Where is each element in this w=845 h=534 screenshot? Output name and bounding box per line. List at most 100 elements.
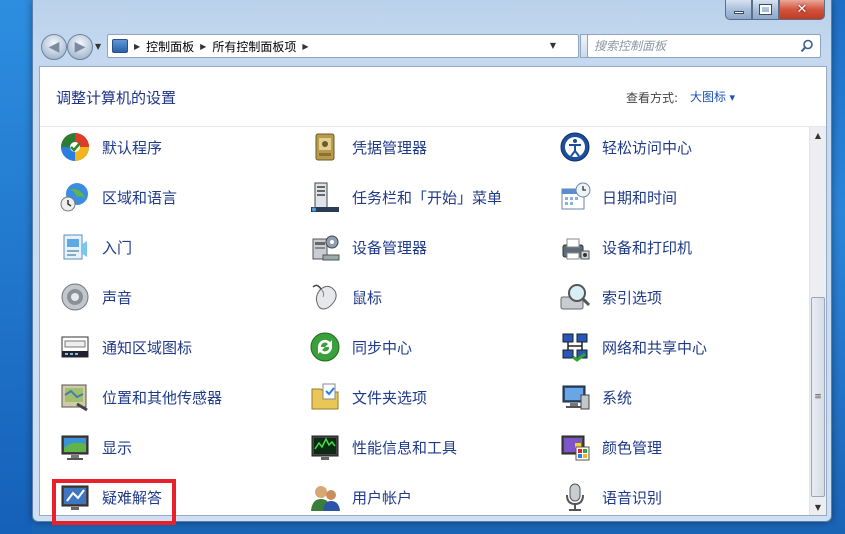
caption-buttons: ✕ [725,0,825,20]
date-time-icon [558,180,592,214]
cp-item-folder-options[interactable]: 文件夹选项 [308,379,427,415]
speech-recognition-icon [558,480,592,514]
cp-item-taskbar[interactable]: 任务栏和「开始」菜单 [308,179,502,215]
scroll-thumb[interactable]: ≡ [811,297,825,497]
credential-manager-icon [308,130,342,164]
cp-item-user-accounts[interactable]: 用户帐户 [308,479,412,515]
device-manager-icon [308,230,342,264]
vertical-scrollbar[interactable]: ▲ ≡ ▼ [809,127,826,515]
cp-item-getting-started[interactable]: 入门 [58,229,132,265]
recent-pages-dropdown[interactable]: ▼ [95,42,101,51]
cp-item-label: 网络和共享中心 [602,338,708,357]
search-input[interactable] [594,39,794,53]
breadcrumb-chevron-icon[interactable]: ▶ [200,42,206,51]
cp-item-devices-printers[interactable]: 设备和打印机 [558,229,692,265]
cp-item-color-management[interactable]: 颜色管理 [558,429,662,465]
forward-button[interactable]: ▶ [67,34,93,60]
ease-of-access-icon [558,130,592,164]
sync-center-icon [308,330,342,364]
cp-item-label: 区域和语言 [102,188,178,207]
cp-item-label: 轻松访问中心 [602,138,693,157]
cp-item-ease-of-access[interactable]: 轻松访问中心 [558,129,692,165]
cp-item-region-language[interactable]: 区域和语言 [58,179,177,215]
cp-item-device-manager[interactable]: 设备管理器 [308,229,427,265]
breadcrumb-chevron-icon[interactable]: ▶ [134,42,140,51]
default-programs-icon [58,130,92,164]
cp-item-credential-manager[interactable]: 凭据管理器 [308,129,427,165]
cp-item-label: 语音识别 [602,488,663,507]
scroll-down-icon[interactable]: ▼ [810,499,826,515]
cp-item-network-sharing[interactable]: 网络和共享中心 [558,329,707,365]
cp-item-label: 默认程序 [102,138,163,157]
devices-printers-icon [558,230,592,264]
cp-item-label: 鼠标 [352,288,383,307]
forward-arrow-icon: ▶ [74,39,86,55]
cp-item-date-time[interactable]: 日期和时间 [558,179,677,215]
region-language-icon [58,180,92,214]
color-management-icon [558,430,592,464]
breadcrumb-control-panel[interactable]: 控制面板 [146,38,194,55]
content-pane: 调整计算机的设置 查看方式: 大图标 默认程序 凭据管理器 轻松访问中心区域和语言 任… [39,66,827,525]
address-dropdown-icon[interactable]: ▼ [550,41,556,50]
address-bar[interactable]: ▶ 控制面板 ▶ 所有控制面板项 ▶ ▼ [107,34,579,58]
notification-area-icon [58,330,92,364]
minimize-button[interactable] [725,0,752,20]
cp-item-notification-area[interactable]: 通知区域图标 [58,329,192,365]
taskbar-icon [308,180,342,214]
breadcrumb-chevron-icon[interactable]: ▶ [302,42,308,51]
cp-item-label: 性能信息和工具 [352,438,458,457]
control-panel-window: ✕ ◀ ▶ ▼ ▶ 控制面板 ▶ 所有控制面板项 ▶ ▼ ↻ 调整计算机的设置 … [32,0,832,525]
view-by-dropdown[interactable]: 大图标 [690,88,735,105]
back-button[interactable]: ◀ [41,34,67,60]
cp-item-sync-center[interactable]: 同步中心 [308,329,412,365]
cp-item-label: 显示 [102,438,133,457]
page-title: 调整计算机的设置 [56,89,177,107]
cp-item-sound[interactable]: 声音 [58,279,132,315]
maximize-icon [759,4,772,15]
display-icon [58,430,92,464]
cp-item-default-programs[interactable]: 默认程序 [58,129,162,165]
cp-item-mouse[interactable]: 鼠标 [308,279,382,315]
close-button[interactable]: ✕ [779,0,825,20]
cp-item-label: 设备管理器 [352,238,428,257]
cp-item-label: 颜色管理 [602,438,663,457]
cp-item-label: 同步中心 [352,338,413,357]
cp-item-label: 通知区域图标 [102,338,193,357]
cp-item-label: 设备和打印机 [602,238,693,257]
cp-item-display[interactable]: 显示 [58,429,132,465]
cp-item-label: 入门 [102,238,133,257]
maximize-button[interactable] [752,0,779,20]
cp-item-performance[interactable]: 性能信息和工具 [308,429,457,465]
desktop-background [0,0,32,534]
highlight-box [52,479,176,525]
cp-item-location-sensors[interactable]: 位置和其他传感器 [58,379,222,415]
content-header: 调整计算机的设置 查看方式: 大图标 [40,67,826,127]
navigation-toolbar: ◀ ▶ ▼ ▶ 控制面板 ▶ 所有控制面板项 ▶ ▼ ↻ [39,30,825,60]
scroll-up-icon[interactable]: ▲ [810,127,826,143]
user-accounts-icon [308,480,342,514]
indexing-options-icon [558,280,592,314]
cp-item-label: 凭据管理器 [352,138,428,157]
cp-item-system[interactable]: 系统 [558,379,632,415]
search-box[interactable] [587,34,821,58]
cp-item-indexing-options[interactable]: 索引选项 [558,279,662,315]
location-sensors-icon [58,380,92,414]
getting-started-icon [58,230,92,264]
back-arrow-icon: ◀ [48,39,60,55]
cp-item-speech-recognition[interactable]: 语音识别 [558,479,662,515]
search-icon[interactable] [800,39,814,53]
network-sharing-icon [558,330,592,364]
cp-item-label: 索引选项 [602,288,663,307]
cp-item-label: 系统 [602,388,633,407]
mouse-icon [308,280,342,314]
control-panel-items: 默认程序 凭据管理器 轻松访问中心区域和语言 任务栏和「开始」菜单 日期和时间入门 设备管… [40,129,810,525]
view-by-label: 查看方式: [626,91,679,105]
control-panel-icon [112,39,128,53]
cp-item-label: 任务栏和「开始」菜单 [352,188,503,207]
breadcrumb-all-items[interactable]: 所有控制面板项 [212,38,296,55]
system-icon [558,380,592,414]
cp-item-label: 位置和其他传感器 [102,388,223,407]
close-icon: ✕ [796,2,808,17]
performance-icon [308,430,342,464]
cp-item-label: 日期和时间 [602,188,678,207]
